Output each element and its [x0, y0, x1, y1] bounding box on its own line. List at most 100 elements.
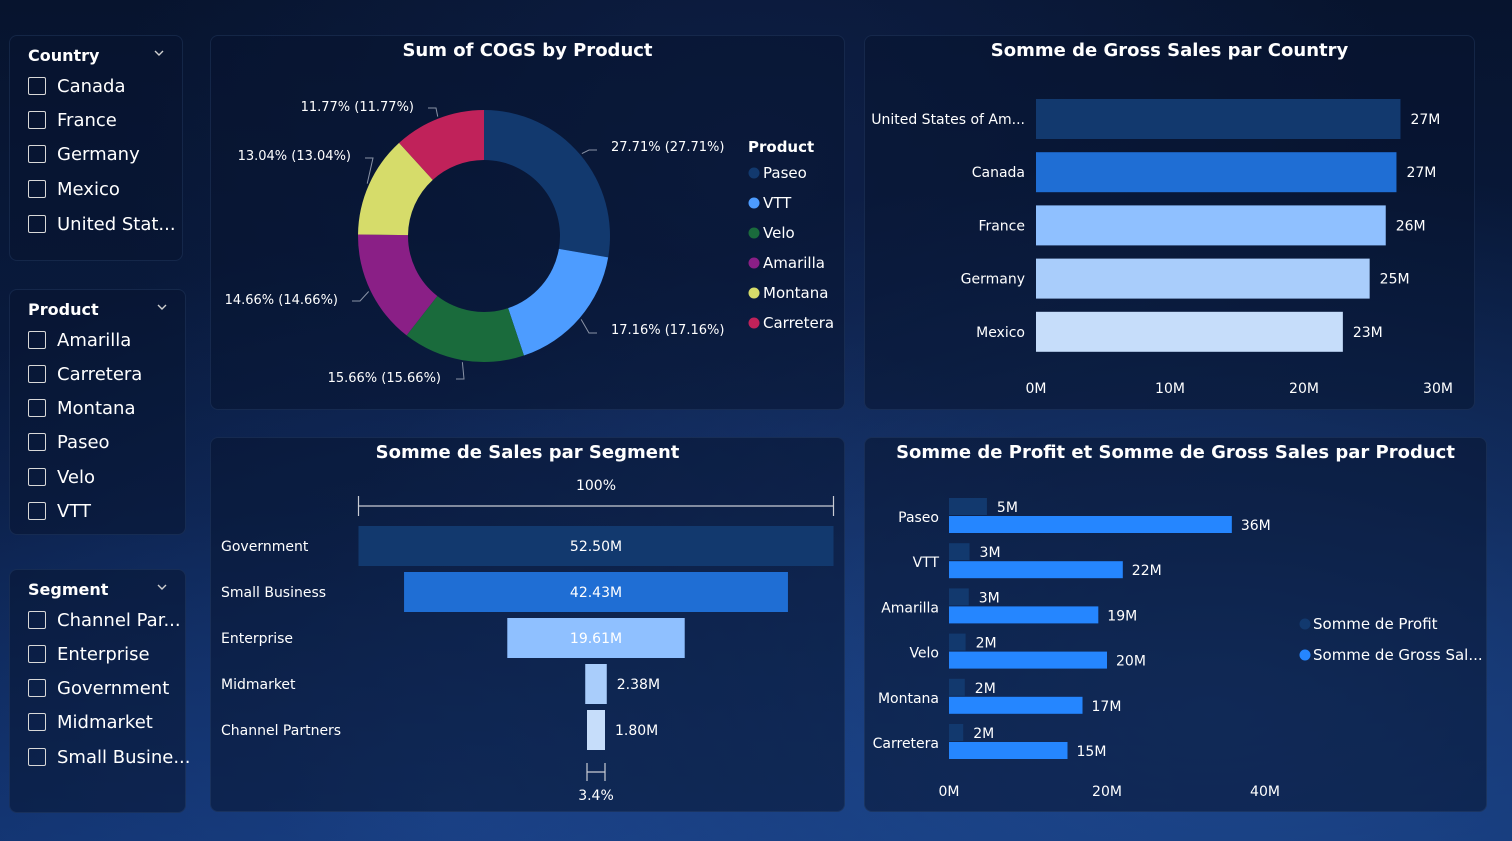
bar-canada[interactable]	[1036, 152, 1397, 193]
donut-slice-vtt[interactable]	[508, 248, 609, 356]
option-label: VTT	[57, 500, 91, 522]
category-label-united-states-of-am: United States of Am...	[871, 112, 1025, 128]
product-option-carretera[interactable]: Carretera	[28, 361, 142, 387]
cogs-donut-chart: 27.71% (27.71%) 17.16% (17.16%) 15.66% (15…	[225, 100, 835, 386]
x-tick-label: 10M	[1155, 381, 1185, 397]
profit-label-amarilla: 3M	[979, 590, 1000, 606]
checkbox[interactable]	[28, 365, 46, 383]
checkbox[interactable]	[28, 502, 46, 520]
gross-sales-bar-velo[interactable]	[949, 651, 1107, 669]
bar-united-states-of-am[interactable]	[1036, 99, 1401, 139]
gross-sales-bar-carretera[interactable]	[949, 742, 1068, 759]
country-option-germany[interactable]: Germany	[28, 141, 140, 167]
legend-title: Product	[748, 138, 814, 156]
data-label-channel-partners: 1.80M	[615, 723, 658, 739]
donut-slice-paseo[interactable]	[484, 110, 610, 258]
data-label-canada: 27M	[1406, 165, 1436, 181]
profit-label-carretera: 2M	[973, 726, 994, 742]
country-option-canada[interactable]: Canada	[28, 73, 126, 99]
segment-option-channel-partners[interactable]: Channel Par...	[28, 607, 181, 633]
x-tick-label: 20M	[1289, 381, 1319, 397]
category-label-montana: Montana	[878, 691, 939, 707]
chevron-down-icon[interactable]	[154, 48, 164, 58]
x-tick-label: 0M	[1026, 381, 1047, 397]
option-label: Montana	[57, 397, 136, 419]
profit-bar-amarilla[interactable]	[949, 588, 969, 606]
category-label-midmarket: Midmarket	[221, 677, 296, 693]
legend-item-vtt[interactable]: VTT	[763, 194, 792, 212]
segment-option-small-business[interactable]: Small Busine...	[28, 744, 191, 770]
country-slicer-title: Country	[28, 46, 100, 65]
product-option-montana[interactable]: Montana	[28, 395, 135, 421]
checkbox[interactable]	[28, 180, 46, 198]
checkbox[interactable]	[28, 215, 46, 233]
bar-mexico[interactable]	[1036, 311, 1343, 352]
legend-marker-vtt	[748, 197, 760, 209]
option-label: United Stat...	[57, 213, 176, 235]
gross-sales-bar-montana[interactable]	[949, 696, 1083, 714]
profit-bar-velo[interactable]	[949, 633, 966, 651]
data-label-united-states-of-am: 27M	[1410, 112, 1440, 128]
checkbox[interactable]	[28, 77, 46, 95]
checkbox[interactable]	[28, 331, 46, 349]
checkbox[interactable]	[28, 645, 46, 663]
legend-item-paseo[interactable]: Paseo	[763, 164, 807, 182]
profit-bar-paseo[interactable]	[949, 498, 987, 515]
product-option-velo[interactable]: Velo	[28, 464, 95, 490]
category-label-germany: Germany	[961, 272, 1025, 288]
profit-bar-montana[interactable]	[949, 678, 965, 696]
checkbox[interactable]	[28, 399, 46, 417]
checkbox[interactable]	[28, 111, 46, 129]
profit-label-montana: 2M	[975, 681, 996, 697]
checkbox[interactable]	[28, 748, 46, 766]
segment-option-enterprise[interactable]: Enterprise	[28, 641, 150, 667]
checkbox[interactable]	[28, 433, 46, 451]
segment-option-government[interactable]: Government	[28, 675, 169, 701]
category-label-vtt: VTT	[913, 555, 940, 571]
funnel-bar-channel-partners[interactable]	[587, 710, 605, 750]
checkbox[interactable]	[28, 145, 46, 163]
legend-marker-paseo	[748, 167, 760, 179]
bar-germany[interactable]	[1036, 258, 1370, 299]
country-option-mexico[interactable]: Mexico	[28, 176, 120, 202]
product-option-amarilla[interactable]: Amarilla	[28, 327, 131, 353]
legend-item-somme-de-gross-sales[interactable]: Somme de Gross Sal...	[1313, 646, 1483, 664]
gross-sales-bar-paseo[interactable]	[949, 516, 1232, 533]
profit-label-velo: 2M	[976, 636, 997, 652]
legend-item-carretera[interactable]: Carretera	[763, 314, 834, 332]
checkbox[interactable]	[28, 611, 46, 629]
gross-sales-bar-amarilla[interactable]	[949, 606, 1099, 624]
profit-bar-vtt[interactable]	[949, 543, 970, 561]
checkbox[interactable]	[28, 713, 46, 731]
bar-france[interactable]	[1036, 205, 1386, 246]
chevron-down-icon[interactable]	[157, 302, 167, 312]
segment-slicer-title: Segment	[28, 580, 109, 599]
data-label-paseo: 27.71% (27.71%)	[611, 140, 724, 155]
legend-item-montana[interactable]: Montana	[763, 284, 828, 302]
option-label: Velo	[57, 466, 96, 488]
data-label-germany: 25M	[1380, 272, 1410, 288]
option-label: Small Busine...	[57, 746, 191, 768]
category-label-channel-partners: Channel Partners	[221, 723, 341, 739]
legend-marker-carretera	[748, 317, 760, 329]
segment-option-midmarket[interactable]: Midmarket	[28, 709, 153, 735]
data-label-amarilla: 14.66% (14.66%)	[225, 293, 338, 308]
profit-bar-carretera[interactable]	[949, 724, 964, 741]
checkbox[interactable]	[28, 468, 46, 486]
legend-item-amarilla[interactable]: Amarilla	[763, 254, 825, 272]
chevron-down-icon[interactable]	[157, 582, 167, 592]
funnel-bar-midmarket[interactable]	[585, 664, 607, 704]
legend-item-somme-de-profit[interactable]: Somme de Profit	[1313, 615, 1438, 633]
country-option-united-states[interactable]: United Stat...	[28, 211, 176, 237]
legend-item-velo[interactable]: Velo	[763, 224, 795, 242]
x-tick-label: 20M	[1092, 784, 1122, 800]
product-option-paseo[interactable]: Paseo	[28, 429, 110, 455]
product-option-vtt[interactable]: VTT	[28, 498, 91, 524]
option-label: France	[57, 109, 117, 131]
profit-label-paseo: 5M	[997, 500, 1018, 516]
country-option-france[interactable]: France	[28, 107, 117, 133]
checkbox[interactable]	[28, 679, 46, 697]
segment-funnel-chart: 100% Government 52.50M Small Business 42.43M…	[221, 478, 835, 804]
gross-sales-bar-vtt[interactable]	[949, 561, 1123, 579]
category-label-carretera: Carretera	[873, 736, 939, 752]
